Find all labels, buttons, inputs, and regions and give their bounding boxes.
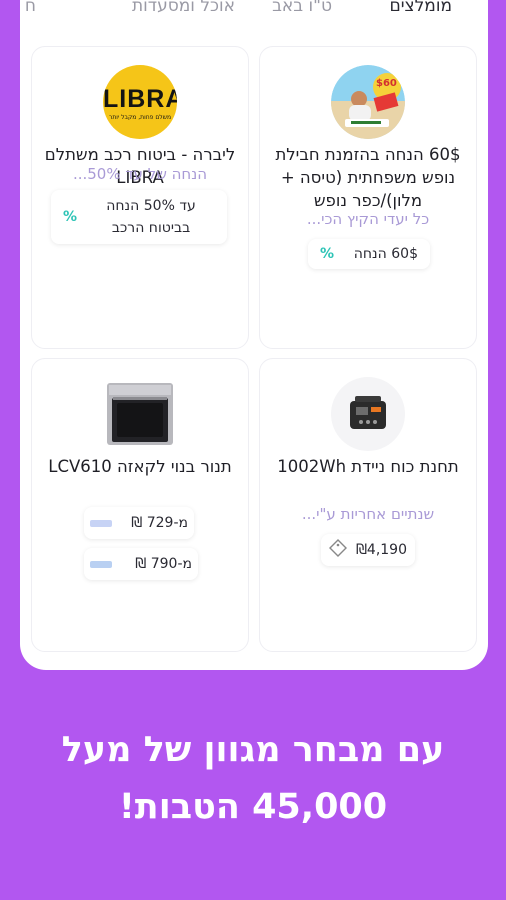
offer-card-oven[interactable]: מ-729 ₪ מ-790 ₪ תנור בנוי לקאזה LCV610 bbox=[31, 358, 249, 652]
libra-logo: LIBRA משלם פחות, מקבל יותר bbox=[103, 65, 177, 139]
power-station-image bbox=[331, 377, 405, 451]
tab-tu-bav[interactable]: ט"ו באב bbox=[272, 0, 332, 16]
category-tabs: מומלצים ט"ו באב אוכל ומסעדות ח bbox=[20, 0, 488, 36]
vacation-logo: $60 bbox=[331, 65, 405, 139]
store-logo-icon bbox=[90, 560, 112, 568]
discount-chip: 60$ הנחה % bbox=[308, 239, 430, 269]
offer-card-power-station[interactable]: תחנת כוח ניידת 1002Wh שנתיים אחריות ע"י.… bbox=[259, 358, 477, 652]
chip-label: 60$ הנחה bbox=[353, 246, 418, 262]
price-tag-icon bbox=[329, 539, 347, 561]
content-panel: מומלצים ט"ו באב אוכל ומסעדות ח $60 60$ ה… bbox=[20, 0, 488, 670]
store-price-row[interactable]: מ-729 ₪ bbox=[84, 507, 194, 539]
discount-chip: עד 50% הנחה בביטוח הרכב % bbox=[51, 190, 227, 244]
offer-subtitle: כל יעדי הקיץ הכי... bbox=[306, 210, 430, 228]
percent-icon: % bbox=[320, 246, 335, 262]
offer-title: תחנת כוח ניידת 1002Wh bbox=[277, 457, 459, 476]
price-chip: ₪4,190 bbox=[321, 534, 415, 566]
chip-label: עד 50% הנחה בביטוח הרכב bbox=[106, 198, 196, 236]
libra-logo-tagline: משלם פחות, מקבל יותר bbox=[108, 114, 172, 121]
tab-recommended[interactable]: מומלצים bbox=[389, 0, 452, 16]
store-price: מ-790 ₪ bbox=[135, 556, 192, 572]
headline-line-1: עם מבחר מגוון של מעל bbox=[61, 730, 445, 770]
percent-icon: % bbox=[63, 209, 78, 225]
store-logo-icon bbox=[90, 519, 112, 527]
store-price-row[interactable]: מ-790 ₪ bbox=[84, 548, 198, 580]
offer-subtitle: שנתיים אחריות ע"י... bbox=[301, 505, 435, 523]
offer-card-libra[interactable]: LIBRA משלם פחות, מקבל יותר ליברה - ביטוח… bbox=[31, 46, 249, 349]
chip-price: ₪4,190 bbox=[355, 542, 407, 558]
tab-partial[interactable]: ח bbox=[25, 0, 36, 16]
tab-food[interactable]: אוכל ומסעדות bbox=[132, 0, 235, 16]
offer-title: תנור בנוי לקאזה LCV610 bbox=[48, 457, 232, 476]
offer-subtitle: הנחה של עד 50%... bbox=[72, 165, 208, 183]
headline-line-2: 45,000 הטבות! bbox=[118, 787, 388, 827]
offer-card-vacation[interactable]: $60 60$ הנחה בהזמנת חבילת נופש משפחתית (… bbox=[259, 46, 477, 349]
store-price: מ-729 ₪ bbox=[131, 515, 188, 531]
offer-title: 60$ הנחה בהזמנת חבילת נופש משפחתית (טיסה… bbox=[275, 145, 461, 210]
libra-logo-text: LIBRA bbox=[103, 85, 177, 113]
oven-image bbox=[103, 377, 177, 451]
logo-badge-text: $60 bbox=[376, 78, 397, 89]
